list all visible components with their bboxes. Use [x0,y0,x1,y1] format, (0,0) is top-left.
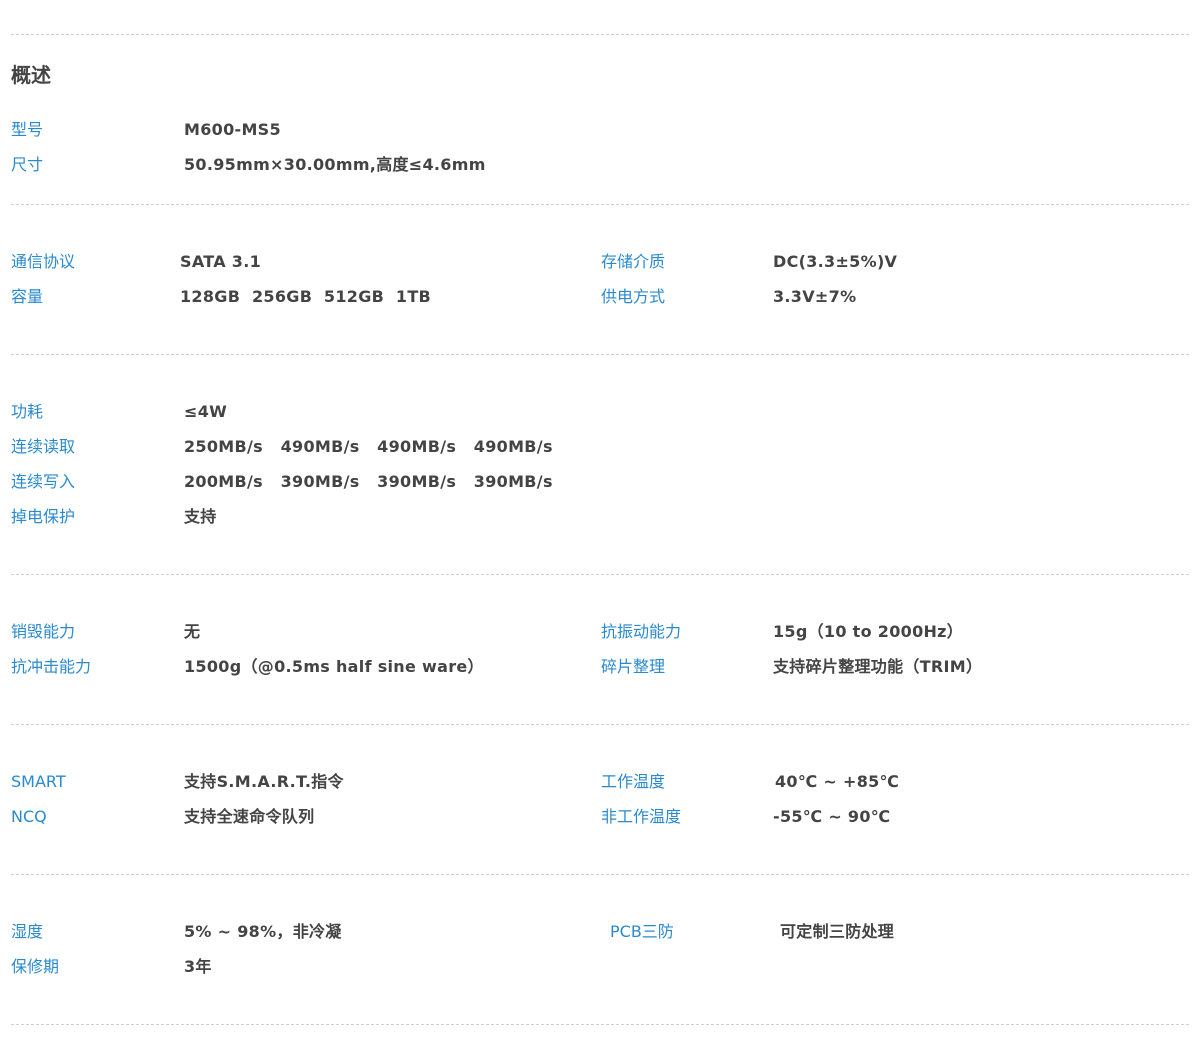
spec-label-power-supply: 供电方式 [601,287,666,306]
spec-value-destruction: 无 [184,622,201,641]
spec-label-humidity: 湿度 [11,922,44,941]
spec-label-capacity: 容量 [11,287,44,306]
spec-label-defragmentation: 碎片整理 [601,657,666,676]
divider [11,724,1189,725]
spec-label-interface: 通信协议 [11,252,76,271]
spec-value-size: 50.95mm×30.00mm,高度≤4.6mm [184,155,486,174]
spec-label-model: 型号 [11,120,44,139]
spec-value-warranty: 3年 [184,957,212,976]
spec-label-size: 尺寸 [11,155,44,174]
spec-value-ncq: 支持全速命令队列 [184,807,315,826]
spec-label-warranty: 保修期 [11,957,60,976]
spec-value-storage-medium: DC(3.3±5%)V [773,252,898,271]
spec-label-storage-temperature: 非工作温度 [601,807,682,826]
spec-value-humidity: 5% ~ 98%，非冷凝 [184,922,342,941]
spec-value-pcb-coating: 可定制三防处理 [780,922,895,941]
divider [11,34,1189,35]
divider [11,204,1189,205]
spec-label-vibration: 抗振动能力 [601,622,682,641]
spec-value-power-consumption: ≤4W [184,402,228,421]
spec-label-destruction: 销毁能力 [11,622,76,641]
spec-label-ncq: NCQ [11,807,47,826]
spec-value-operating-temperature: 40℃ ~ +85℃ [775,772,900,791]
spec-label-storage-medium: 存储介质 [601,252,666,271]
divider [11,874,1189,875]
spec-value-interface: SATA 3.1 [180,252,262,271]
divider [11,574,1189,575]
spec-value-vibration: 15g（10 to 2000Hz） [773,622,964,641]
divider [11,1024,1189,1025]
spec-label-smart: SMART [11,772,66,791]
spec-label-shock: 抗冲击能力 [11,657,92,676]
spec-value-shock: 1500g（@0.5ms half sine ware） [184,657,484,676]
spec-label-operating-temperature: 工作温度 [601,772,666,791]
spec-value-power-supply: 3.3V±7% [773,287,857,306]
spec-value-defragmentation: 支持碎片整理功能（TRIM） [773,657,983,676]
divider [11,354,1189,355]
spec-value-storage-temperature: -55℃ ~ 90℃ [773,807,891,826]
spec-value-capacity: 128GB 256GB 512GB 1TB [180,287,432,306]
spec-value-smart: 支持S.M.A.R.T.指令 [184,772,344,791]
spec-label-power-consumption: 功耗 [11,402,44,421]
spec-value-model: M600-MS5 [184,120,281,139]
spec-value-power-loss-protection: 支持 [184,507,217,526]
spec-value-sequential-read: 250MB/s 490MB/s 490MB/s 490MB/s [184,437,553,456]
spec-value-sequential-write: 200MB/s 390MB/s 390MB/s 390MB/s [184,472,553,491]
spec-label-sequential-write: 连续写入 [11,472,76,491]
spec-label-power-loss-protection: 掉电保护 [11,507,76,526]
spec-label-pcb-coating: PCB三防 [610,922,674,941]
section-title: 概述 [11,63,51,87]
spec-label-sequential-read: 连续读取 [11,437,76,456]
